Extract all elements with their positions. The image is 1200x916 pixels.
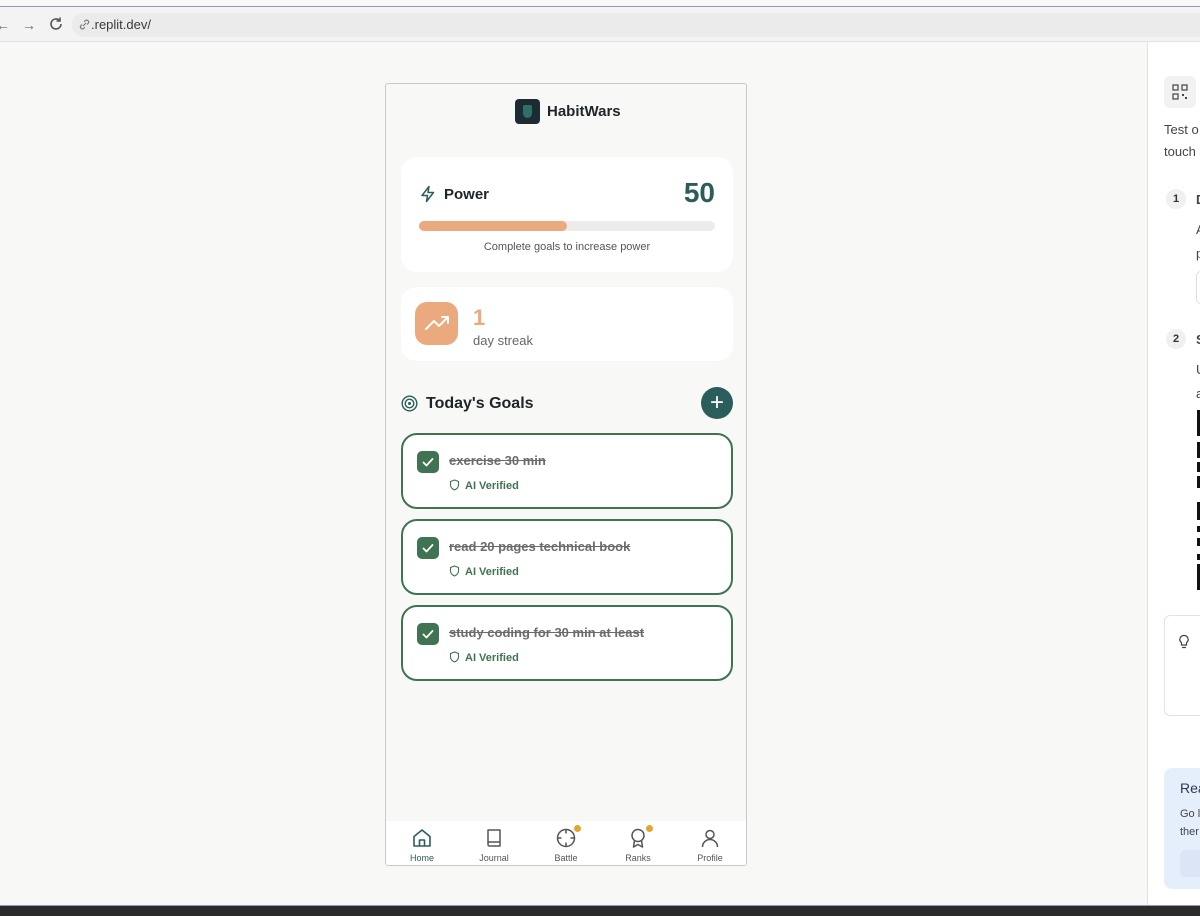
shield-icon: [449, 479, 460, 491]
taskbar: [0, 905, 1200, 916]
notification-dot: [574, 825, 581, 832]
power-value: 50: [683, 177, 715, 208]
verified-badge: AI Verified: [465, 566, 519, 578]
goal-text: exercise 30 min: [449, 453, 546, 468]
step-text: U: [1196, 362, 1200, 377]
link-icon: [79, 19, 90, 30]
goal-card[interactable]: exercise 30 min AI Verified: [401, 433, 733, 509]
lightbulb-icon: [1179, 634, 1189, 649]
streak-count: 1: [473, 305, 486, 330]
goal-text: read 20 pages technical book: [449, 539, 631, 554]
power-hint: Complete goals to increase power: [483, 241, 651, 253]
step-title: D: [1196, 192, 1200, 207]
checkbox-checked-icon[interactable]: [417, 451, 439, 473]
reload-icon[interactable]: [47, 16, 65, 34]
goals-header: Today's Goals +: [401, 387, 733, 421]
back-arrow-icon[interactable]: ←: [0, 16, 12, 34]
tab-battle[interactable]: Battle: [530, 821, 602, 865]
tab-label: Profile: [697, 853, 723, 863]
info-card: Rea Go l ther: [1164, 768, 1200, 889]
step-text: p: [1196, 246, 1200, 261]
power-card: Power 50 Complete goals to increase powe…: [401, 157, 733, 272]
info-card-button[interactable]: [1180, 850, 1200, 877]
goals-title: Today's Goals: [426, 395, 534, 412]
info-card-title: Rea: [1180, 780, 1200, 796]
step-title: S: [1196, 332, 1200, 347]
panel-input[interactable]: [1196, 271, 1200, 304]
tab-ranks[interactable]: Ranks: [602, 821, 674, 865]
url-text: .replit.dev/: [91, 17, 151, 32]
add-goal-button[interactable]: +: [701, 387, 733, 419]
app-header: HabitWars: [386, 98, 746, 126]
info-card-text: Go l: [1180, 808, 1200, 820]
checkbox-checked-icon[interactable]: [417, 623, 439, 645]
goal-text: study coding for 30 min at least: [449, 625, 645, 640]
forward-arrow-icon[interactable]: →: [20, 16, 38, 34]
info-card-text: ther: [1180, 826, 1199, 838]
tab-label: Home: [409, 853, 434, 863]
lightning-icon: [421, 185, 435, 203]
streak-card: 1 day streak: [401, 287, 733, 361]
step-number: 1: [1166, 189, 1186, 209]
tab-label: Battle: [554, 853, 578, 863]
app-logo: [515, 99, 540, 124]
step-number: 2: [1166, 329, 1186, 349]
tab-home[interactable]: Home: [386, 821, 458, 865]
app-viewport: HabitWars Power 50 Complete goals to inc…: [385, 83, 747, 866]
power-progress-bar: [419, 221, 715, 231]
panel-text: touch: [1164, 144, 1196, 159]
qr-code-icon[interactable]: [1164, 76, 1196, 108]
verified-badge: AI Verified: [465, 652, 519, 664]
shield-icon: [449, 565, 460, 577]
bottom-tab-bar: Home Journal Battle Ranks Profile: [386, 821, 746, 865]
address-bar[interactable]: .replit.dev/: [72, 13, 1200, 37]
side-panel: Test o touch 1 D A p 2 S U a Rea Go l th…: [1147, 42, 1200, 905]
goal-card[interactable]: read 20 pages technical book AI Verified: [401, 519, 733, 595]
user-icon: [701, 829, 719, 848]
tab-label: Journal: [479, 853, 509, 863]
tab-profile[interactable]: Profile: [674, 821, 746, 865]
streak-label: day streak: [473, 333, 533, 348]
tip-card: [1164, 615, 1200, 716]
notification-dot: [646, 825, 653, 832]
panel-text: Test o: [1164, 122, 1199, 137]
tab-journal[interactable]: Journal: [458, 821, 530, 865]
home-icon: [413, 829, 431, 847]
shield-icon: [449, 651, 460, 663]
power-progress-fill: [419, 221, 567, 231]
tab-label: Ranks: [625, 853, 651, 863]
power-label: Power: [444, 186, 490, 203]
app-title: HabitWars: [547, 103, 621, 120]
verified-badge: AI Verified: [465, 480, 519, 492]
goal-card[interactable]: study coding for 30 min at least AI Veri…: [401, 605, 733, 681]
step-text: a: [1196, 386, 1200, 401]
trending-up-icon: [415, 302, 458, 345]
target-icon: [401, 395, 418, 412]
book-icon: [487, 829, 501, 847]
checkbox-checked-icon[interactable]: [417, 537, 439, 559]
browser-toolbar: ← → .replit.dev/: [0, 7, 1200, 42]
step-text: A: [1196, 222, 1200, 237]
